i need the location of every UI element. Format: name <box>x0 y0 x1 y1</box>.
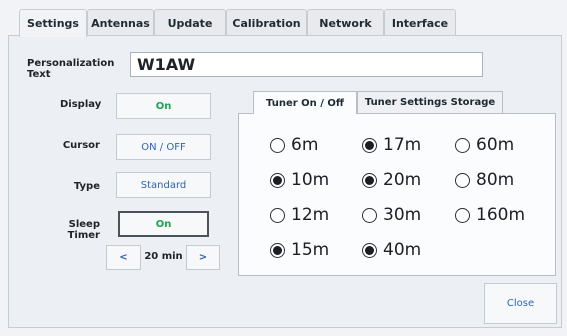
sleep-timer-decrease-button[interactable]: < <box>106 245 141 270</box>
band-radio-10m[interactable]: 10m <box>270 169 329 191</box>
radio-unchecked-icon <box>455 207 470 223</box>
band-radio-30m[interactable]: 30m <box>362 204 421 226</box>
tab-calibration[interactable]: Calibration <box>226 9 307 36</box>
radio-unchecked-icon <box>455 172 470 188</box>
band-label: 10m <box>291 170 330 190</box>
band-label: 20m <box>383 170 422 190</box>
display-label: Display <box>60 99 102 110</box>
tab-tuner-on-off[interactable]: Tuner On / Off <box>253 91 357 114</box>
band-label: 17m <box>383 135 422 155</box>
band-radio-17m[interactable]: 17m <box>362 134 421 156</box>
radio-checked-icon <box>362 172 377 188</box>
band-label: 160m <box>476 205 526 225</box>
radio-checked-icon <box>362 242 377 258</box>
band-radio-20m[interactable]: 20m <box>362 169 421 191</box>
band-radio-60m[interactable]: 60m <box>455 134 514 156</box>
sleep-timer-label: Sleep Timer <box>67 219 100 241</box>
type-label: Type <box>73 181 100 192</box>
main-tab-bar: Settings Antennas Update Calibration Net… <box>0 0 567 37</box>
band-radio-160m[interactable]: 160m <box>455 204 525 226</box>
tab-update[interactable]: Update <box>154 9 226 36</box>
sleep-timer-increase-button[interactable]: > <box>186 245 220 270</box>
radio-unchecked-icon <box>270 207 285 223</box>
band-radio-6m[interactable]: 6m <box>270 134 318 156</box>
tab-antennas[interactable]: Antennas <box>87 9 154 36</box>
radio-checked-icon <box>362 137 377 153</box>
cursor-toggle-button[interactable]: ON / OFF <box>116 134 211 160</box>
radio-unchecked-icon <box>455 137 470 153</box>
type-select-button[interactable]: Standard <box>116 172 211 198</box>
radio-unchecked-icon <box>270 137 285 153</box>
band-label: 12m <box>291 205 330 225</box>
tab-settings[interactable]: Settings <box>19 9 87 37</box>
tab-tuner-settings-storage[interactable]: Tuner Settings Storage <box>357 91 503 113</box>
personalization-label: Personalization Text <box>27 58 115 80</box>
sleep-timer-minutes: 20 min <box>144 251 183 262</box>
close-button[interactable]: Close <box>484 283 557 324</box>
band-label: 6m <box>291 135 319 155</box>
band-radio-40m[interactable]: 40m <box>362 239 421 261</box>
band-radio-80m[interactable]: 80m <box>455 169 514 191</box>
display-toggle-button[interactable]: On <box>116 93 211 119</box>
band-radio-12m[interactable]: 12m <box>270 204 329 226</box>
band-label: 80m <box>476 170 515 190</box>
band-radio-15m[interactable]: 15m <box>270 239 329 261</box>
tab-interface[interactable]: Interface <box>384 9 456 36</box>
personalization-text-input[interactable]: W1AW <box>130 52 483 77</box>
band-label: 40m <box>383 240 422 260</box>
cursor-label: Cursor <box>62 140 100 151</box>
radio-unchecked-icon <box>362 207 377 223</box>
band-label: 15m <box>291 240 330 260</box>
tab-network[interactable]: Network <box>307 9 384 36</box>
radio-checked-icon <box>270 172 285 188</box>
band-label: 30m <box>383 205 422 225</box>
radio-checked-icon <box>270 242 285 258</box>
sleep-timer-toggle-button[interactable]: On <box>118 211 209 237</box>
band-label: 60m <box>476 135 515 155</box>
